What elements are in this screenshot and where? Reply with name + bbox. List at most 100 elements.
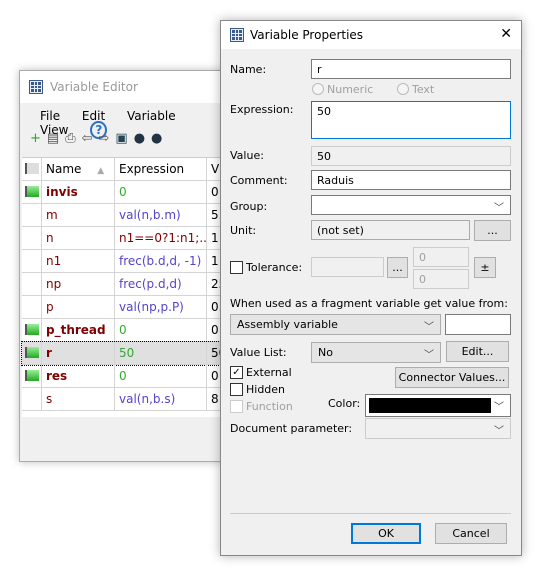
variable-name: s [42,388,115,411]
color-select[interactable]: ﹀ [365,394,511,417]
table-row[interactable]: p_thread 0 0 [22,319,230,342]
print-icon[interactable]: ⎙ [65,131,81,146]
tolerance-input [311,257,384,277]
table-row[interactable]: n1 frec(b.d,d, -1) 1 [22,250,230,273]
table-row[interactable]: s val(n,b.s) 8 [22,388,230,411]
edit-button[interactable]: Edit... [446,341,509,362]
group-select[interactable]: ﹀ [311,195,511,215]
variable-name: res [42,365,115,388]
dialog-title: Variable Properties [250,28,364,42]
chevron-down-icon: ﹀ [494,426,504,437]
name-input[interactable]: r [311,59,511,79]
table-row[interactable]: m val(n,b.m) 5. [22,204,230,227]
chevron-down-icon: ﹀ [424,322,434,333]
chevron-down-icon: ﹀ [494,203,504,214]
name-label: Name: [230,63,267,76]
expression-input[interactable]: 50 [311,101,511,139]
variable-name: p_thread [42,319,115,342]
variable-expression: val(n,b.s) [115,388,207,411]
table-row[interactable]: res 0 0 [22,365,230,388]
external-label: External [246,366,292,379]
external-checkbox[interactable]: ✓ [230,366,243,379]
add-variable-icon[interactable]: + [30,131,47,146]
variable-expression: val(n,b.m) [115,204,207,227]
table-row[interactable]: invis 0 0 [22,181,230,204]
tolerance-checkbox[interactable] [230,261,243,274]
table-row[interactable]: n n1==0?1:n1;.. 1 [22,227,230,250]
chevron-down-icon: ﹀ [494,402,504,413]
table-row[interactable]: r 50 50 [21,341,230,366]
color-swatch [369,398,491,413]
group-label: Group: [230,200,268,213]
cancel-button[interactable]: Cancel [435,523,507,544]
numeric-radio[interactable] [312,83,324,95]
table-row[interactable]: p val(np,p.P) 0. [22,296,230,319]
flag-icon [25,186,39,197]
menu-variable[interactable]: Variable [127,109,176,123]
tolerance-upper: 0 [413,247,469,267]
variable-expression: val(np,p.P) [115,296,207,319]
unit-label: Unit: [230,224,257,237]
grid-header: Name ▲ Expression V [22,158,230,181]
variable-expression: 0 [115,319,207,342]
variable-expression: n1==0?1:n1;.. [115,227,207,250]
variable-name: n1 [42,250,115,273]
flag-icon [25,370,39,381]
variable-expression: 0 [115,365,207,388]
hidden-checkbox[interactable] [230,383,243,396]
flag-header-icon [25,163,39,174]
flag-icon [25,347,39,358]
fragment-source-select[interactable]: Assembly variable ﹀ [230,314,441,335]
tolerance-label: Tolerance: [246,261,303,274]
text-label: Text [412,83,435,96]
undo-icon[interactable]: ⇦ [82,131,99,146]
close-icon[interactable]: ✕ [500,26,512,42]
unit-field: (not set) [311,220,470,240]
function-checkbox [230,400,243,413]
unit-browse-button[interactable]: ... [474,220,511,241]
variable-expression: frec(b.d,d, -1) [115,250,207,273]
numeric-label: Numeric [327,83,374,96]
variable-name: np [42,273,115,296]
value-field: 50 [311,146,511,166]
flag-icon [25,324,39,335]
calculator-icon [29,80,43,94]
tolerance-lower: 0 [413,269,469,289]
table-row[interactable]: np frec(p.d,d) 25 [22,273,230,296]
value-list-select[interactable]: No ﹀ [311,342,441,363]
fragment-input[interactable] [445,314,511,335]
variable-properties-dialog: Variable Properties ✕ Name: r Numeric Te… [220,20,522,556]
variable-expression: frec(p.d,d) [115,273,207,296]
document-parameter-select[interactable]: ﹀ [365,418,511,439]
column-expression[interactable]: Expression [115,158,207,181]
chevron-down-icon: ﹀ [424,350,434,361]
calculator-icon [230,28,244,42]
toolbar: +▤⎙⇦⇨▣●● [30,131,168,146]
variable-name: p [42,296,115,319]
variable-expression: 50 [115,342,207,365]
variable-editor-window: Variable Editor File Edit Variable View … [19,70,231,462]
menu-file[interactable]: File [40,109,60,123]
plus-minus-button[interactable]: ± [474,257,496,278]
document-parameter-label: Document parameter: [230,422,353,435]
tolerance-browse-button[interactable]: ... [387,257,408,278]
text-radio[interactable] [397,83,409,95]
value-label: Value: [230,149,264,162]
ok-button[interactable]: OK [351,523,421,544]
variable-grid: Name ▲ Expression V invis 0 0 m val(n,b.… [21,157,230,417]
variable-name: m [42,204,115,227]
insert-variable-icon[interactable]: ▤ [47,131,65,146]
comment-input[interactable]: Raduis [311,170,511,190]
redo-icon[interactable]: ⇨ [99,131,116,146]
expression-label: Expression: [230,103,294,116]
column-name[interactable]: Name ▲ [42,158,115,181]
sort-ascending-icon: ▲ [97,166,105,176]
connector-values-button[interactable]: Connector Values... [395,367,509,388]
variable-expression: 0 [115,181,207,204]
hidden-label: Hidden [246,383,286,396]
divider [230,513,511,514]
find-icon[interactable]: ●● [134,131,169,146]
properties-icon[interactable]: ▣ [115,131,133,146]
function-label: Function [246,400,293,413]
variable-name: n [42,227,115,250]
